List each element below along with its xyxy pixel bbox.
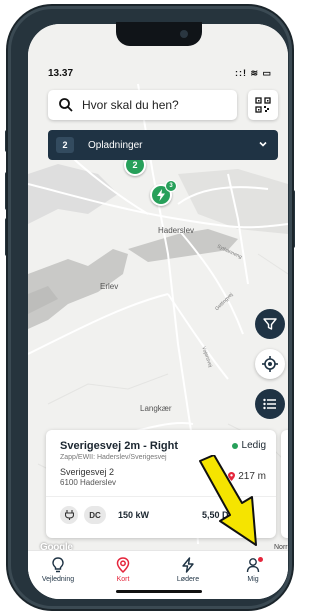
qr-scan-button[interactable] (248, 90, 278, 120)
locate-me-button[interactable] (255, 349, 285, 379)
status-time: 13.37 (48, 68, 74, 79)
available-dot (231, 442, 238, 449)
charger-station-marker[interactable]: 3 (150, 180, 177, 206)
qr-code-icon (255, 97, 271, 113)
lightning-icon (182, 557, 194, 573)
notification-badge (258, 557, 263, 562)
location-pin-icon (116, 557, 130, 573)
charging-label: Opladninger (88, 139, 143, 151)
station-status-text: Ledig (241, 440, 266, 451)
marker-count: 2 (132, 160, 138, 170)
active-charging-dropdown[interactable]: 2 Opladninger (48, 130, 278, 160)
lightning-icon (157, 189, 165, 201)
station-power: 150 kW (118, 510, 150, 520)
annotation-arrow (199, 455, 257, 546)
station-operator: Zapp/EWII: Haderslev/Sverigesvej (60, 454, 167, 461)
tab-label-vejledning: Vejledning (41, 576, 75, 583)
status-icons: ::! ≋ ▭ (234, 68, 272, 78)
list-view-button[interactable] (255, 389, 285, 419)
tab-kort[interactable]: Kort (93, 557, 153, 583)
lightbulb-icon (52, 557, 64, 573)
station-status: Ledig (231, 440, 266, 451)
station-street: Sverigesvej 2 (60, 467, 115, 477)
tab-label-kort: Kort (116, 576, 130, 583)
search-placeholder: Hvor skal du hen? (82, 98, 179, 112)
tab-vejledning[interactable]: Vejledning (28, 557, 88, 583)
marker-sub-count: 3 (165, 180, 177, 192)
filter-button[interactable] (255, 309, 285, 339)
camera-notch (116, 22, 202, 46)
list-icon (263, 398, 276, 410)
chevron-down-icon (259, 141, 267, 147)
filter-icon (263, 318, 277, 330)
connector-type-badge: DC (84, 506, 106, 524)
map-label-erlev: Erlev (100, 282, 119, 291)
tab-lodere[interactable]: Lødere (158, 557, 218, 583)
search-icon (59, 98, 73, 112)
charging-count-badge: 2 (56, 137, 74, 153)
tab-label-mig: Mig (247, 576, 259, 583)
map-label-langkaer: Langkær (140, 404, 172, 413)
home-indicator (116, 590, 202, 593)
search-bar[interactable]: Hvor skal du hen? (48, 90, 237, 120)
crosshair-icon (262, 356, 278, 372)
next-station-card[interactable] (281, 430, 288, 538)
station-name: Sverigesvej 2m - Right (60, 440, 178, 452)
tab-mig[interactable]: Mig (223, 557, 283, 583)
tab-label-lodere: Lødere (176, 576, 200, 583)
station-city: 6100 Haderslev (60, 478, 117, 487)
map-label-haderslev: Haderslev (158, 226, 195, 235)
connector-plug-icon (60, 506, 78, 524)
